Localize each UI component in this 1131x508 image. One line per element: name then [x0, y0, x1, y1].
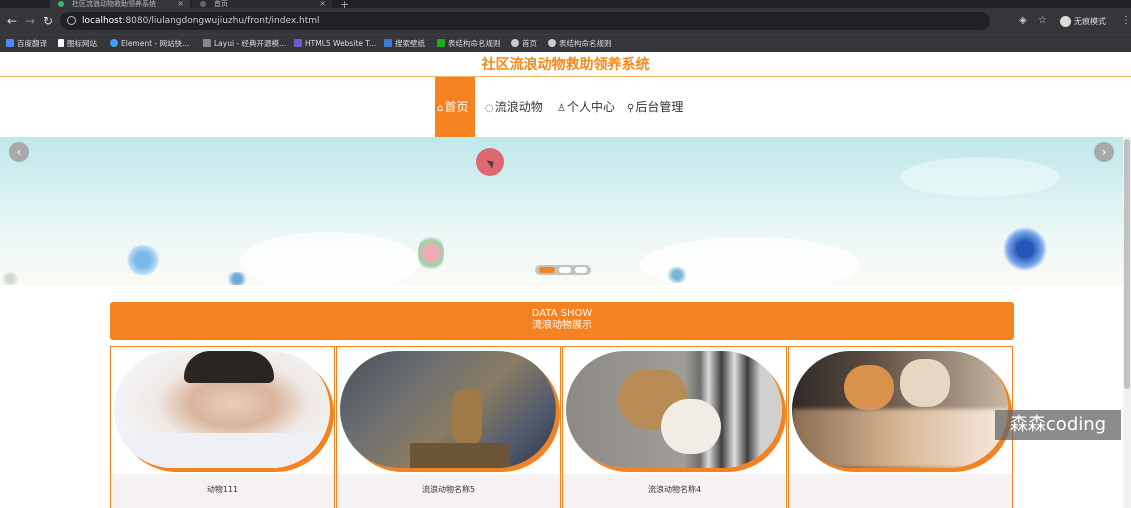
- bookmark-item[interactable]: 搜索壁纸: [384, 38, 425, 49]
- data-show-title-en: DATA SHOW: [531, 308, 593, 319]
- nav-item-stray-animals[interactable]: ◌流浪动物: [485, 77, 543, 137]
- banner-flower: [0, 272, 20, 285]
- bookmark-label: 首页: [522, 39, 537, 48]
- animal-name: 流浪动物名称4: [563, 474, 786, 508]
- home-icon: ⌂: [437, 103, 444, 114]
- bookmark-label: 图标网站: [67, 39, 97, 48]
- bookmark-label: HTML5 Website T...: [305, 39, 377, 48]
- nav-item-home[interactable]: ⌂首页: [435, 77, 475, 137]
- address-bar[interactable]: localhost:8080/liulangdongwujiuzhu/front…: [60, 12, 990, 30]
- bookmark-item[interactable]: Element - 网站快...: [110, 38, 189, 49]
- nav-item-personal-center[interactable]: ♙个人中心: [557, 77, 615, 137]
- nav-label: 个人中心: [566, 100, 615, 114]
- carousel-dot[interactable]: [559, 267, 571, 273]
- tab-title: 首页: [214, 0, 228, 8]
- bookmark-item[interactable]: HTML5 Website T...: [294, 38, 376, 49]
- link-icon: ⚲: [627, 103, 635, 114]
- site-info-icon[interactable]: [67, 16, 76, 25]
- scrollbar-thumb[interactable]: [1124, 139, 1130, 389]
- banner-cloud: [900, 157, 1060, 197]
- carousel-indicators: [535, 265, 591, 275]
- animal-photo: [340, 351, 556, 468]
- animal-name: [789, 474, 1012, 508]
- bookmark-label: Layui - 经典开源模...: [214, 39, 287, 48]
- bookmarks-bar: 百度翻译 图标网站 Element - 网站快... Layui - 经典开源模…: [0, 34, 1131, 52]
- banner-flower: [1002, 227, 1048, 271]
- tab-close-icon[interactable]: ×: [319, 0, 326, 8]
- animal-photo: [114, 351, 330, 468]
- globe-icon: [548, 39, 556, 47]
- data-show-header: DATA SHOW 流浪动物展示: [110, 302, 1014, 340]
- browser-tab-home[interactable]: 首页 ×: [192, 0, 332, 8]
- page-scrollbar[interactable]: [1123, 137, 1131, 508]
- forward-arrow-icon[interactable]: →: [25, 14, 35, 28]
- carousel-next-arrow-icon[interactable]: ›: [1094, 142, 1114, 162]
- bookmark-label: 搜索壁纸: [395, 39, 425, 48]
- back-arrow-icon[interactable]: ←: [7, 14, 17, 28]
- nav-label: 首页: [444, 100, 469, 114]
- animal-card[interactable]: 动物111: [110, 346, 335, 508]
- bookmark-item[interactable]: 百度翻译: [6, 38, 47, 49]
- browser-tab-system[interactable]: 社区流浪动物救助领养系统 ×: [50, 0, 190, 8]
- video-watermark: 森森coding: [995, 410, 1121, 440]
- banner-carousel[interactable]: ‹ ›: [0, 137, 1131, 285]
- bookmark-item[interactable]: 图标网站: [58, 38, 97, 49]
- element-icon: [110, 39, 118, 47]
- banner-cloud: [240, 232, 420, 285]
- cloud-icon: ◌: [485, 103, 494, 114]
- banner-flower: [665, 267, 689, 283]
- bookmark-label: Element - 网站快...: [121, 39, 190, 48]
- wallpaper-icon: [384, 39, 392, 47]
- camera-blocked-icon[interactable]: ◈: [1019, 16, 1027, 26]
- url-host: localhost: [82, 16, 123, 26]
- banner-flower: [418, 233, 444, 273]
- animal-card[interactable]: 流浪动物名称4: [562, 346, 787, 508]
- globe-icon: [511, 39, 519, 47]
- flag-icon: [58, 39, 64, 47]
- page-content: 社区流浪动物救助领养系统 ⌂首页 ◌流浪动物 ♙个人中心 ⚲后台管理 ‹ › D…: [0, 52, 1131, 508]
- bookmark-label: 表结构命名规则: [559, 39, 612, 48]
- tab-close-icon[interactable]: ×: [177, 0, 184, 8]
- layui-icon: [203, 39, 211, 47]
- bookmark-icon: [6, 39, 14, 47]
- carousel-dot[interactable]: [575, 267, 587, 273]
- carousel-dot-active[interactable]: [539, 267, 555, 273]
- sheet-icon: [437, 39, 445, 47]
- animal-photo: [566, 351, 782, 468]
- browser-toolbar: ← → ↻ localhost:8080/liulangdongwujiuzhu…: [0, 8, 1131, 34]
- bookmark-label: 表结构命名规则: [448, 39, 501, 48]
- banner-flower: [225, 272, 249, 285]
- bookmark-item[interactable]: 表结构命名规则: [437, 38, 501, 49]
- animal-name: 动物111: [111, 474, 334, 508]
- profile-label: 无痕模式: [1074, 17, 1106, 26]
- banner-flower: [125, 245, 161, 275]
- animal-card[interactable]: [788, 346, 1013, 508]
- animal-photo: [792, 351, 1008, 468]
- nav-label: 流浪动物: [494, 100, 543, 114]
- user-icon: ♙: [557, 103, 566, 114]
- animal-name: 流浪动物名称5: [337, 474, 560, 508]
- tab-favicon-icon: [58, 1, 64, 7]
- animal-card[interactable]: 流浪动物名称5: [336, 346, 561, 508]
- tab-title: 社区流浪动物救助领养系统: [72, 0, 156, 8]
- reload-icon[interactable]: ↻: [43, 14, 53, 28]
- animal-card-grid: 动物111 流浪动物名称5 流浪动物名称4: [110, 346, 1014, 508]
- carousel-prev-arrow-icon[interactable]: ‹: [9, 142, 29, 162]
- bookmark-star-icon[interactable]: ☆: [1038, 16, 1047, 26]
- bookmark-item[interactable]: Layui - 经典开源模...: [203, 38, 286, 49]
- url-path: :8080/liulangdongwujiuzhu/front/index.ht…: [122, 16, 320, 26]
- menu-kebab-icon[interactable]: ⋮: [1121, 16, 1131, 26]
- nav-item-admin[interactable]: ⚲后台管理: [627, 77, 683, 137]
- bookmark-item[interactable]: 首页: [511, 38, 537, 49]
- data-show-title-cn: 流浪动物展示: [532, 320, 592, 331]
- bookmark-item[interactable]: 表结构命名规则: [548, 38, 612, 49]
- bookmark-label: 百度翻译: [17, 39, 47, 48]
- nav-label: 后台管理: [635, 100, 684, 114]
- incognito-profile[interactable]: 无痕模式: [1060, 16, 1106, 28]
- browser-tab-strip: 社区流浪动物救助领养系统 × 首页 × +: [0, 0, 1131, 11]
- incognito-icon: [1060, 16, 1071, 27]
- tab-favicon-icon: [200, 1, 206, 7]
- system-title: 社区流浪动物救助领养系统: [481, 57, 650, 73]
- html5-icon: [294, 39, 302, 47]
